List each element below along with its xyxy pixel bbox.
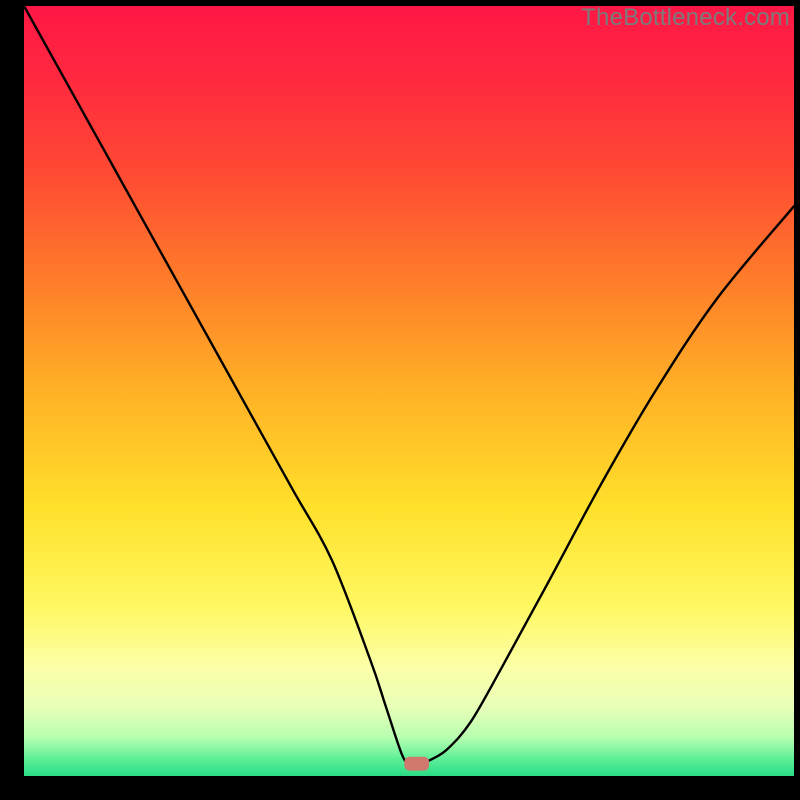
watermark-text: TheBottleneck.com	[581, 4, 790, 32]
gradient-background	[24, 6, 794, 776]
plot-area	[24, 6, 794, 776]
optimal-marker	[404, 757, 429, 771]
bottleneck-curve-chart	[24, 6, 794, 776]
chart-container: TheBottleneck.com	[0, 0, 800, 800]
